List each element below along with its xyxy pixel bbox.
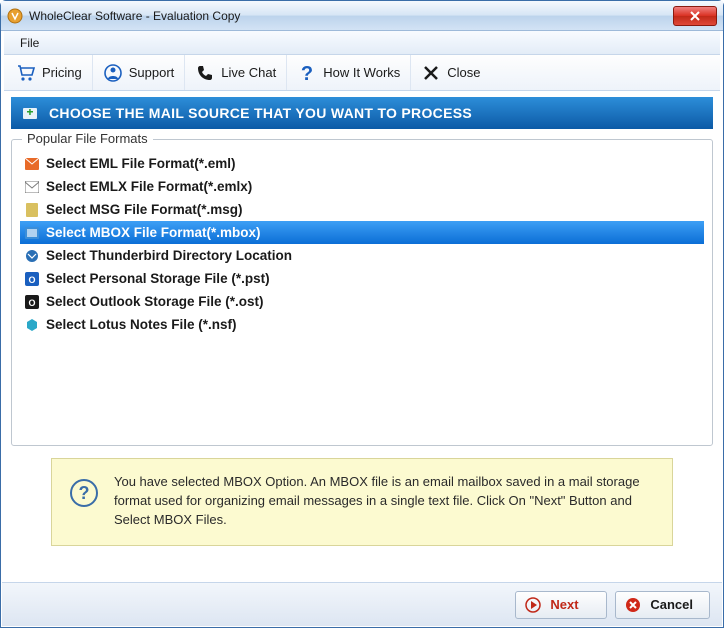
format-label: Select MBOX File Format(*.mbox) <box>46 225 261 240</box>
info-panel: ? You have selected MBOX Option. An MBOX… <box>51 458 673 546</box>
close-button[interactable]: Close <box>411 55 490 90</box>
section-header: CHOOSE THE MAIL SOURCE THAT YOU WANT TO … <box>11 97 713 129</box>
format-label: Select Personal Storage File (*.pst) <box>46 271 270 286</box>
msg-icon <box>24 202 40 218</box>
groupbox-title: Popular File Formats <box>22 131 153 146</box>
howitworks-label: How It Works <box>323 65 400 80</box>
svg-text:O: O <box>28 298 35 308</box>
format-label: Select EML File Format(*.eml) <box>46 156 236 171</box>
eml-icon <box>24 156 40 172</box>
format-item-nsf[interactable]: Select Lotus Notes File (*.nsf) <box>20 313 704 336</box>
pricing-label: Pricing <box>42 65 82 80</box>
info-text: You have selected MBOX Option. An MBOX f… <box>114 473 654 530</box>
livechat-label: Live Chat <box>221 65 276 80</box>
play-icon <box>524 596 542 614</box>
next-label: Next <box>550 597 578 612</box>
format-label: Select Thunderbird Directory Location <box>46 248 292 263</box>
emlx-icon <box>24 179 40 195</box>
support-icon <box>103 63 123 83</box>
titlebar: WholeClear Software - Evaluation Copy <box>1 1 723 31</box>
format-item-pst[interactable]: O Select Personal Storage File (*.pst) <box>20 267 704 290</box>
cancel-label: Cancel <box>650 597 693 612</box>
cancel-icon <box>624 596 642 614</box>
pst-icon: O <box>24 271 40 287</box>
footer-bar: Next Cancel <box>2 582 722 626</box>
help-icon: ? <box>70 479 98 507</box>
thunderbird-icon <box>24 248 40 264</box>
format-item-thunderbird[interactable]: Select Thunderbird Directory Location <box>20 244 704 267</box>
svg-text:?: ? <box>301 63 313 83</box>
format-item-eml[interactable]: Select EML File Format(*.eml) <box>20 152 704 175</box>
format-label: Select MSG File Format(*.msg) <box>46 202 243 217</box>
phone-icon <box>195 63 215 83</box>
howitworks-button[interactable]: ? How It Works <box>287 55 411 90</box>
cart-icon <box>16 63 36 83</box>
format-label: Select Lotus Notes File (*.nsf) <box>46 317 237 332</box>
livechat-button[interactable]: Live Chat <box>185 55 287 90</box>
ost-icon: O <box>24 294 40 310</box>
svg-text:O: O <box>28 275 35 285</box>
formats-groupbox: Popular File Formats Select EML File For… <box>11 139 713 446</box>
window-close-button[interactable] <box>673 6 717 26</box>
format-label: Select EMLX File Format(*.emlx) <box>46 179 252 194</box>
mbox-icon <box>24 225 40 241</box>
menu-file[interactable]: File <box>10 33 49 53</box>
format-list: Select EML File Format(*.eml) Select EMLX… <box>20 152 704 336</box>
content-area: Popular File Formats Select EML File For… <box>11 139 713 546</box>
add-icon <box>21 104 39 122</box>
close-icon <box>421 63 441 83</box>
question-icon: ? <box>297 63 317 83</box>
window-title: WholeClear Software - Evaluation Copy <box>29 9 673 23</box>
pricing-button[interactable]: Pricing <box>6 55 93 90</box>
toolbar: Pricing Support Live Chat ? How It Works… <box>4 55 720 91</box>
cancel-button[interactable]: Cancel <box>615 591 710 619</box>
close-label: Close <box>447 65 480 80</box>
format-item-ost[interactable]: O Select Outlook Storage File (*.ost) <box>20 290 704 313</box>
format-item-emlx[interactable]: Select EMLX File Format(*.emlx) <box>20 175 704 198</box>
format-label: Select Outlook Storage File (*.ost) <box>46 294 264 309</box>
support-button[interactable]: Support <box>93 55 186 90</box>
support-label: Support <box>129 65 175 80</box>
app-icon <box>7 8 23 24</box>
next-button[interactable]: Next <box>515 591 607 619</box>
menubar: File <box>4 31 720 55</box>
format-item-mbox[interactable]: Select MBOX File Format(*.mbox) <box>20 221 704 244</box>
section-header-text: CHOOSE THE MAIL SOURCE THAT YOU WANT TO … <box>49 105 472 121</box>
nsf-icon <box>24 317 40 333</box>
format-item-msg[interactable]: Select MSG File Format(*.msg) <box>20 198 704 221</box>
